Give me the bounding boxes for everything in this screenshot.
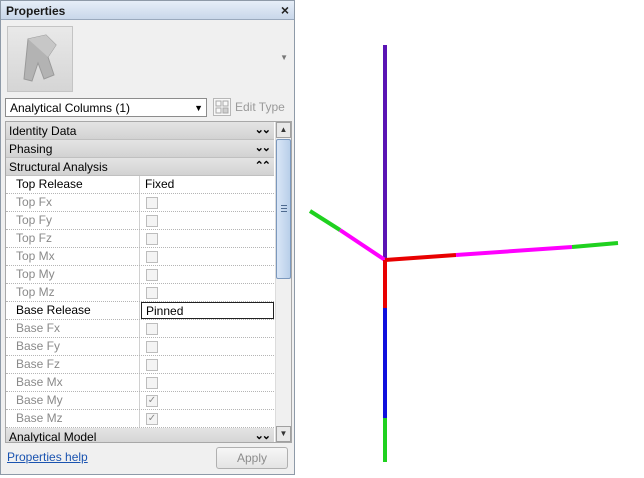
local-x-red [384, 253, 457, 262]
param-row-top-fz: Top Fz [6, 230, 274, 248]
top-release-value[interactable]: Fixed [141, 176, 274, 193]
group-identity-data[interactable]: Identity Data ⌄⌄ [6, 122, 274, 140]
base-release-value[interactable]: Pinned [141, 302, 274, 319]
group-label: Identity Data [9, 124, 77, 138]
edit-type-button[interactable]: Edit Type [213, 97, 293, 117]
param-name: Top My [6, 266, 140, 283]
param-row-base-fy: Base Fy [6, 338, 274, 356]
param-name: Top Mx [6, 248, 140, 265]
axis-x-magenta [338, 228, 387, 262]
param-name: Top Fx [6, 194, 140, 211]
param-name: Top Release [6, 176, 140, 193]
top-fx-checkbox[interactable] [146, 197, 158, 209]
group-phasing[interactable]: Phasing ⌄⌄ [6, 140, 274, 158]
top-fy-checkbox[interactable] [146, 215, 158, 227]
top-mx-checkbox[interactable] [146, 251, 158, 263]
axis-y-magenta [455, 245, 573, 257]
chevron-down-icon: ▼ [194, 103, 203, 113]
group-structural-analysis[interactable]: Structural Analysis ⌃⌃ [6, 158, 274, 176]
group-label: Phasing [9, 142, 53, 156]
param-row-base-fz: Base Fz [6, 356, 274, 374]
param-row-base-my: Base My ✓ [6, 392, 274, 410]
param-row-top-fx: Top Fx [6, 194, 274, 212]
type-selector-value: Analytical Columns (1) [10, 101, 131, 115]
base-mx-checkbox[interactable] [146, 377, 158, 389]
grip-icon [281, 205, 287, 212]
double-chevron-up-icon[interactable]: ⌃⌃ [255, 159, 272, 172]
top-fz-checkbox[interactable] [146, 233, 158, 245]
palette-footer: Properties help Apply [1, 445, 294, 474]
type-selector-dropdown[interactable]: Analytical Columns (1) ▼ [5, 98, 207, 117]
edit-type-icon [213, 98, 231, 116]
palette-title: Properties [6, 4, 66, 18]
param-name: Base Mx [6, 374, 140, 391]
base-fz-checkbox[interactable] [146, 359, 158, 371]
scroll-thumb[interactable] [276, 139, 291, 279]
param-name: Base Fy [6, 338, 140, 355]
base-mz-checkbox[interactable]: ✓ [146, 413, 158, 425]
scroll-up-button[interactable]: ▲ [276, 122, 291, 138]
param-row-base-mx: Base Mx [6, 374, 274, 392]
param-row-base-release: Base Release Pinned [6, 302, 274, 320]
param-row-top-release: Top Release Fixed [6, 176, 274, 194]
view-canvas[interactable] [296, 0, 644, 475]
param-name: Top Fz [6, 230, 140, 247]
vertical-scrollbar[interactable]: ▲ ▼ [275, 122, 291, 442]
properties-help-link[interactable]: Properties help [7, 450, 88, 464]
apply-button[interactable]: Apply [216, 447, 288, 469]
base-my-checkbox[interactable]: ✓ [146, 395, 158, 407]
type-preview: ▼ [1, 21, 294, 95]
top-my-checkbox[interactable] [146, 269, 158, 281]
param-row-top-mz: Top Mz [6, 284, 274, 302]
param-name: Base Fz [6, 356, 140, 373]
param-row-base-fx: Base Fx [6, 320, 274, 338]
axis-y-green-tip [571, 241, 619, 249]
properties-grid: Identity Data ⌄⌄ Phasing ⌄⌄ Structural A… [5, 121, 292, 443]
double-chevron-down-icon[interactable]: ⌄⌄ [255, 123, 272, 136]
param-name: Base Mz [6, 410, 140, 427]
param-row-top-fy: Top Fy [6, 212, 274, 230]
param-name: Base Release [6, 302, 140, 319]
properties-palette: Properties × ▼ Analytical Columns (1) ▼ [0, 0, 295, 475]
group-label: Analytical Model [9, 430, 97, 442]
group-analytical-model[interactable]: Analytical Model ⌄⌄ [6, 428, 274, 442]
title-bar[interactable]: Properties × [1, 1, 294, 20]
top-mz-checkbox[interactable] [146, 287, 158, 299]
properties-rows: Identity Data ⌄⌄ Phasing ⌄⌄ Structural A… [6, 122, 274, 442]
chevron-down-icon[interactable]: ▼ [280, 53, 288, 62]
family-preview-icon [7, 26, 73, 92]
scroll-down-button[interactable]: ▼ [276, 426, 291, 442]
base-fx-checkbox[interactable] [146, 323, 158, 335]
axis-x-green-tip [308, 209, 342, 232]
param-name: Top Mz [6, 284, 140, 301]
base-fy-checkbox[interactable] [146, 341, 158, 353]
close-icon[interactable]: × [281, 2, 289, 18]
double-chevron-down-icon[interactable]: ⌄⌄ [255, 141, 272, 154]
analytical-column-graphic [308, 45, 619, 462]
type-selector-row: Analytical Columns (1) ▼ Edit Type [1, 97, 294, 119]
param-row-top-my: Top My [6, 266, 274, 284]
param-name: Base Fx [6, 320, 140, 337]
param-row-top-mx: Top Mx [6, 248, 274, 266]
param-row-base-mz: Base Mz ✓ [6, 410, 274, 428]
edit-type-label: Edit Type [235, 100, 285, 114]
double-chevron-down-icon[interactable]: ⌄⌄ [255, 429, 272, 442]
param-name: Top Fy [6, 212, 140, 229]
group-label: Structural Analysis [9, 160, 108, 174]
param-name: Base My [6, 392, 140, 409]
